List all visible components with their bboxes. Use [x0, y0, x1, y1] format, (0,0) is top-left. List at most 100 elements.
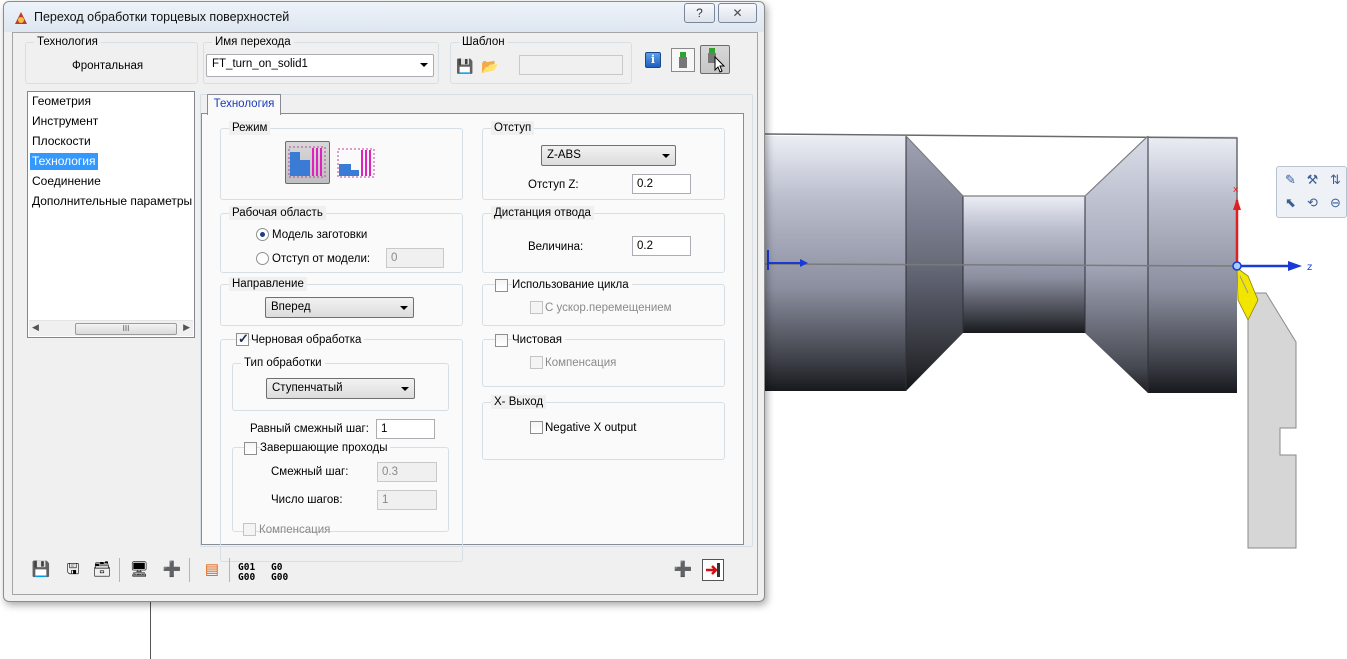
nav-item-tool[interactable]: Инструмент — [30, 113, 100, 130]
finishing-passes-checkbox[interactable] — [244, 442, 257, 455]
nav-item-technology[interactable]: Технология — [30, 153, 98, 170]
list-scrollbar[interactable]: ◀ III ▶ — [29, 320, 193, 336]
mode-label: Режим — [229, 121, 271, 135]
rapid-label: С ускор.перемещением — [545, 302, 672, 314]
toolbar-separator — [189, 558, 190, 582]
tool-icon — [679, 52, 687, 68]
technology-group: Технология Фронтальная — [25, 35, 198, 84]
close-button[interactable]: ✕ — [718, 3, 757, 23]
add-operation-icon[interactable]: ➕ — [159, 558, 185, 582]
gcode-output-icon[interactable]: G01 G00 — [238, 563, 255, 583]
nav-item-planes[interactable]: Плоскости — [30, 133, 93, 150]
save-template-icon[interactable]: 💾 — [454, 54, 476, 76]
info-icon[interactable]: i — [645, 52, 661, 68]
smart-dimension-icon[interactable]: ⚒ — [1304, 171, 1321, 188]
retract-group: Дистанция отвода Величина: 0.2 — [482, 206, 725, 273]
save-calc-icon[interactable]: 🖫 — [60, 558, 86, 582]
rough-label: Черновая обработка — [251, 333, 365, 347]
nav-item-geometry[interactable]: Геометрия — [30, 93, 93, 110]
simulate-icon[interactable]: 🖥 — [126, 558, 152, 582]
axis-z-label: z — [1307, 262, 1312, 273]
mode-rough-button[interactable] — [285, 141, 330, 184]
chevron-down-icon — [420, 63, 428, 67]
exit-arrow-icon — [706, 563, 720, 577]
zoom-icon[interactable]: ⊖ — [1327, 194, 1344, 211]
x-exit-label: X- Выход — [491, 395, 547, 409]
scroll-right-icon[interactable]: ▶ — [183, 322, 190, 333]
x-exit-group: X- Выход Negative X output — [482, 395, 725, 460]
processing-type-value: Ступенчатый — [272, 382, 343, 394]
offset-group: Отступ Z-ABS Отступ Z: 0.2 — [482, 121, 725, 200]
finish-group: Чистовая Компенсация — [482, 333, 725, 387]
use-cycle-checkbox[interactable] — [495, 279, 508, 292]
tab-technology[interactable]: Технология — [207, 94, 281, 115]
title-bar[interactable]: Переход обработки торцевых поверхностей … — [4, 2, 764, 32]
finish-compensation-checkbox[interactable] — [530, 356, 543, 369]
exit-button[interactable] — [702, 559, 724, 581]
edit-sketch-icon[interactable]: ✎ — [1282, 171, 1299, 188]
rough-checkbox[interactable]: ✓ — [236, 331, 249, 346]
tool-view-active-button[interactable] — [700, 45, 730, 74]
processing-type-combo[interactable]: Ступенчатый — [266, 378, 415, 399]
step-count-field[interactable]: 1 — [377, 490, 437, 510]
direction-value: Вперед — [271, 301, 311, 313]
tool-view-button[interactable] — [671, 48, 695, 72]
app-icon — [15, 12, 27, 24]
layers-icon[interactable]: ▤ — [199, 558, 225, 582]
direction-label: Направление — [229, 277, 307, 291]
offset-model-radio[interactable] — [256, 252, 269, 265]
save-icon[interactable]: 💾 — [28, 558, 54, 582]
open-folder-icon[interactable]: 📂 — [479, 54, 501, 76]
equal-step-field[interactable]: 1 — [376, 419, 435, 439]
rapid-checkbox[interactable] — [530, 301, 543, 314]
step-name-label: Имя перехода — [212, 35, 294, 49]
help-button[interactable]: ? — [684, 3, 715, 23]
technology-label: Технология — [34, 35, 101, 49]
model-blank-radio[interactable] — [256, 228, 269, 241]
step-name-combo[interactable]: FT_turn_on_solid1 — [206, 54, 434, 77]
chevron-down-icon — [662, 154, 670, 158]
scroll-thumb[interactable]: III — [75, 323, 177, 335]
offset-mode-combo[interactable]: Z-ABS — [541, 145, 676, 166]
technology-value: Фронтальная — [72, 60, 144, 72]
turned-part — [764, 133, 1238, 393]
step-name-group: Имя перехода FT_turn_on_solid1 — [203, 35, 439, 84]
add-to-tree-icon[interactable]: ➕ — [670, 558, 696, 582]
template-field[interactable] — [519, 55, 623, 75]
step-count-label: Число шагов: — [271, 494, 343, 506]
cutting-tool — [1236, 267, 1297, 549]
magnitude-field[interactable]: 0.2 — [632, 236, 691, 256]
mode-finish-button[interactable] — [334, 141, 379, 184]
cycle-group: Использование цикла С ускор.перемещением — [482, 278, 725, 326]
sort-icon[interactable]: ⇅ — [1327, 171, 1344, 188]
save-all-icon[interactable]: 🗃 — [89, 558, 115, 582]
direction-group: Направление Вперед — [220, 277, 463, 326]
view-orientation-icon[interactable]: ⟲ — [1304, 194, 1321, 211]
nav-item-extra-params[interactable]: Дополнительные параметры — [30, 193, 194, 210]
nav-item-link[interactable]: Соединение — [30, 173, 103, 190]
offset-label: Отступ — [491, 121, 535, 135]
template-group: Шаблон 💾 📂 — [450, 35, 632, 84]
face-turning-dialog: Переход обработки торцевых поверхностей … — [3, 1, 765, 602]
direction-combo[interactable]: Вперед — [265, 297, 414, 318]
offset-z-field[interactable]: 0.2 — [632, 174, 691, 194]
offset-model-field[interactable]: 0 — [386, 248, 444, 268]
navigation-list[interactable]: Геометрия Инструмент Плоскости Технологи… — [27, 91, 195, 338]
axis-x-label: x — [1233, 185, 1239, 195]
adjacent-step-field[interactable]: 0.3 — [377, 462, 437, 482]
scroll-left-icon[interactable]: ◀ — [32, 322, 39, 333]
compensation-label: Компенсация — [259, 524, 331, 536]
compensation-checkbox[interactable] — [243, 523, 256, 536]
retract-label: Дистанция отвода — [491, 206, 594, 220]
negative-x-checkbox[interactable] — [530, 421, 543, 434]
processing-type-group: Тип обработки Ступенчатый — [232, 356, 449, 411]
gcode-settings-icon[interactable]: G0 G00 — [271, 563, 288, 583]
mode-group: Режим — [220, 121, 463, 200]
step-name-value: FT_turn_on_solid1 — [212, 58, 308, 70]
toolbar-separator — [229, 558, 230, 582]
magnitude-label: Величина: — [528, 241, 584, 253]
finish-checkbox[interactable] — [495, 334, 508, 347]
rough-group: ✓ Черновая обработка Тип обработки Ступе… — [220, 331, 463, 562]
select-icon[interactable]: ⬉ — [1282, 194, 1299, 211]
chevron-down-icon — [400, 306, 408, 310]
